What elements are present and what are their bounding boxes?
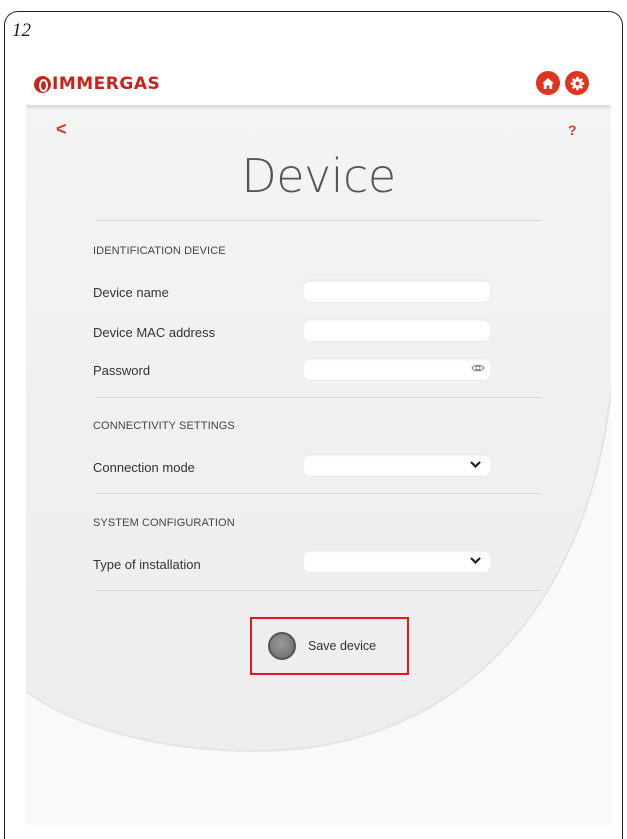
gear-icon <box>570 76 584 90</box>
installation-type-label: Type of installation <box>93 557 201 572</box>
eye-icon[interactable] <box>471 363 485 373</box>
chevron-down-icon <box>470 461 481 468</box>
save-device-label[interactable]: Save device <box>308 639 376 653</box>
immergas-logo: IMMERGAS <box>34 73 160 95</box>
divider <box>96 397 541 398</box>
mac-address-label: Device MAC address <box>93 325 216 340</box>
home-icon <box>542 77 554 89</box>
back-button[interactable]: < <box>56 119 67 140</box>
divider <box>96 493 541 494</box>
home-button[interactable] <box>536 71 560 95</box>
save-device-highlight: Save device <box>250 617 409 675</box>
mac-address-field[interactable] <box>303 319 491 341</box>
password-field[interactable] <box>303 358 491 380</box>
password-label: Password <box>93 363 151 378</box>
connection-mode-select[interactable] <box>303 454 491 476</box>
device-name-label: Device name <box>93 285 169 300</box>
installation-type-select[interactable] <box>303 550 491 572</box>
device-name-field[interactable] <box>303 280 491 302</box>
page-number: 12 <box>12 20 31 41</box>
app-screen: IMMERGAS < ? Device IDENTIFICATION DEVIC… <box>26 61 611 825</box>
help-button[interactable]: ? <box>568 122 577 138</box>
chevron-down-icon <box>470 557 481 564</box>
connection-mode-label: Connection mode <box>93 460 195 475</box>
divider <box>96 220 541 221</box>
logo-mark-icon <box>34 75 51 93</box>
section-header-connectivity: CONNECTIVITY SETTINGS <box>93 420 235 432</box>
section-header-system: SYSTEM CONFIGURATION <box>93 517 235 529</box>
settings-button[interactable] <box>565 71 589 95</box>
section-header-identification: IDENTIFICATION DEVICE <box>93 245 226 257</box>
save-device-button[interactable] <box>268 632 296 660</box>
app-header: IMMERGAS <box>26 61 611 105</box>
divider <box>96 590 541 591</box>
page-title: Device <box>241 149 396 203</box>
logo-text: IMMERGAS <box>52 74 161 94</box>
